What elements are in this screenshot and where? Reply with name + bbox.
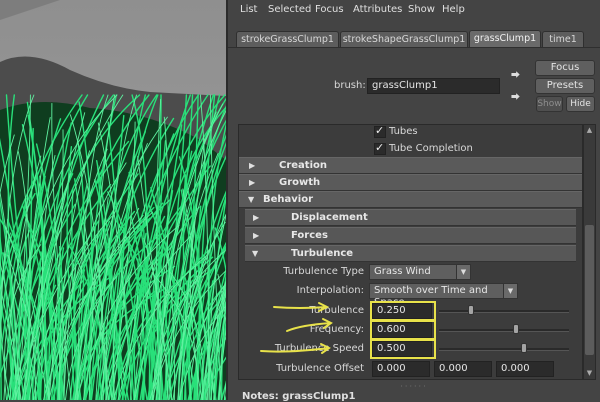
- menu-bar: List Selected Focus Attributes Show Help: [228, 0, 600, 20]
- turbulence-slider-track[interactable]: [439, 310, 569, 313]
- tab-grassclump1[interactable]: grassClump1: [469, 30, 541, 47]
- chevron-down-icon: ▼: [456, 265, 470, 279]
- collapsed-triangle-icon: ▶: [253, 231, 259, 240]
- arrow-to-speed: [261, 344, 329, 353]
- section-growth[interactable]: ▶ Growth: [239, 174, 582, 191]
- tab-time1[interactable]: time1: [542, 31, 584, 47]
- turbulence-offset-z-field[interactable]: 0.000: [496, 361, 554, 377]
- section-behavior[interactable]: ▼ Behavior: [239, 191, 582, 208]
- attribute-editor: List Selected Focus Attributes Show Help…: [226, 0, 600, 400]
- brush-label: brush:: [334, 80, 366, 91]
- tab-divider: [228, 47, 600, 48]
- vertical-scrollbar[interactable]: ▲ ▼: [583, 124, 596, 380]
- interpolation-dropdown[interactable]: Smooth over Time and Space ▼: [369, 283, 518, 299]
- section-creation[interactable]: ▶ Creation: [239, 157, 582, 174]
- turbulence-speed-slider-track[interactable]: [439, 348, 569, 351]
- tube-completion-row: ✓ Tube Completion: [239, 141, 582, 158]
- tab-strokegrassclump1[interactable]: strokeGrassClump1: [236, 31, 339, 47]
- section-displacement-title: Displacement: [291, 212, 368, 223]
- highlight-box-turbulence: [370, 301, 436, 321]
- section-forces[interactable]: ▶ Forces: [245, 227, 576, 244]
- annotation-arrows: [239, 295, 374, 365]
- section-growth-title: Growth: [279, 177, 320, 188]
- frequency-slider-knob[interactable]: [513, 324, 519, 334]
- scrollbar-thumb[interactable]: [585, 225, 594, 355]
- tab-strokeshapegrassclump1[interactable]: strokeShapeGrassClump1: [340, 31, 468, 47]
- turbulence-type-value: Grass Wind: [374, 266, 431, 277]
- frequency-slider-track[interactable]: [439, 329, 569, 332]
- grass-render: [0, 0, 226, 400]
- expanded-triangle-icon: ▼: [248, 195, 254, 204]
- tubes-checkbox[interactable]: ✓: [374, 126, 386, 138]
- menu-attributes[interactable]: Attributes: [353, 4, 402, 15]
- menu-show[interactable]: Show: [408, 4, 435, 15]
- scroll-down-icon[interactable]: ▼: [585, 369, 594, 378]
- turbulence-type-dropdown[interactable]: Grass Wind ▼: [369, 264, 471, 280]
- notes-label: Notes: grassClump1: [242, 391, 355, 402]
- collapsed-triangle-icon: ▶: [249, 161, 255, 170]
- presets-button[interactable]: Presets: [535, 78, 595, 94]
- tube-completion-label: Tube Completion: [389, 143, 473, 154]
- collapsed-triangle-icon: ▶: [253, 213, 259, 222]
- section-behavior-title: Behavior: [263, 194, 313, 205]
- turbulence-slider-knob[interactable]: [468, 305, 474, 315]
- tubes-label: Tubes: [389, 126, 418, 137]
- highlight-box-frequency: [370, 320, 436, 340]
- chevron-down-icon: ▼: [503, 284, 517, 298]
- notes-splitter[interactable]: ······: [228, 385, 600, 389]
- arrow-to-frequency: [287, 319, 331, 331]
- arrow-to-turbulence: [274, 303, 327, 311]
- section-creation-title: Creation: [279, 160, 327, 171]
- check-icon: ✓: [375, 124, 384, 137]
- go-to-output-icon[interactable]: ⮕: [511, 90, 522, 101]
- turbulence-type-label: Turbulence Type: [283, 266, 364, 277]
- scroll-up-icon[interactable]: ▲: [585, 126, 594, 135]
- brush-name-field[interactable]: grassClump1: [367, 78, 500, 94]
- turbulence-speed-slider-knob[interactable]: [521, 343, 527, 353]
- attribute-scroll-area[interactable]: ✓ Tubes ✓ Tube Completion ▶ Creation ▶ G…: [238, 124, 583, 380]
- hide-button[interactable]: Hide: [566, 96, 595, 112]
- menu-help[interactable]: Help: [442, 4, 465, 15]
- menu-focus[interactable]: Focus: [315, 4, 344, 15]
- turbulence-offset-x-field[interactable]: 0.000: [372, 361, 430, 377]
- tube-completion-checkbox[interactable]: ✓: [374, 143, 386, 155]
- tubes-row: ✓ Tubes: [239, 125, 582, 142]
- viewport-3d[interactable]: [0, 0, 226, 400]
- section-turbulence-title: Turbulence: [291, 248, 353, 259]
- section-displacement[interactable]: ▶ Displacement: [245, 209, 576, 226]
- section-forces-title: Forces: [291, 230, 328, 241]
- section-turbulence[interactable]: ▼ Turbulence: [245, 245, 576, 262]
- menu-selected[interactable]: Selected: [268, 4, 311, 15]
- expanded-triangle-icon: ▼: [252, 249, 258, 258]
- highlight-box-speed: [370, 339, 436, 359]
- select-node-icon[interactable]: ⮕: [511, 68, 522, 79]
- turbulence-offset-y-field[interactable]: 0.000: [434, 361, 492, 377]
- menu-list[interactable]: List: [240, 4, 257, 15]
- show-button[interactable]: Show: [536, 96, 563, 112]
- check-icon: ✓: [375, 141, 384, 154]
- collapsed-triangle-icon: ▶: [249, 178, 255, 187]
- focus-button[interactable]: Focus: [535, 60, 595, 76]
